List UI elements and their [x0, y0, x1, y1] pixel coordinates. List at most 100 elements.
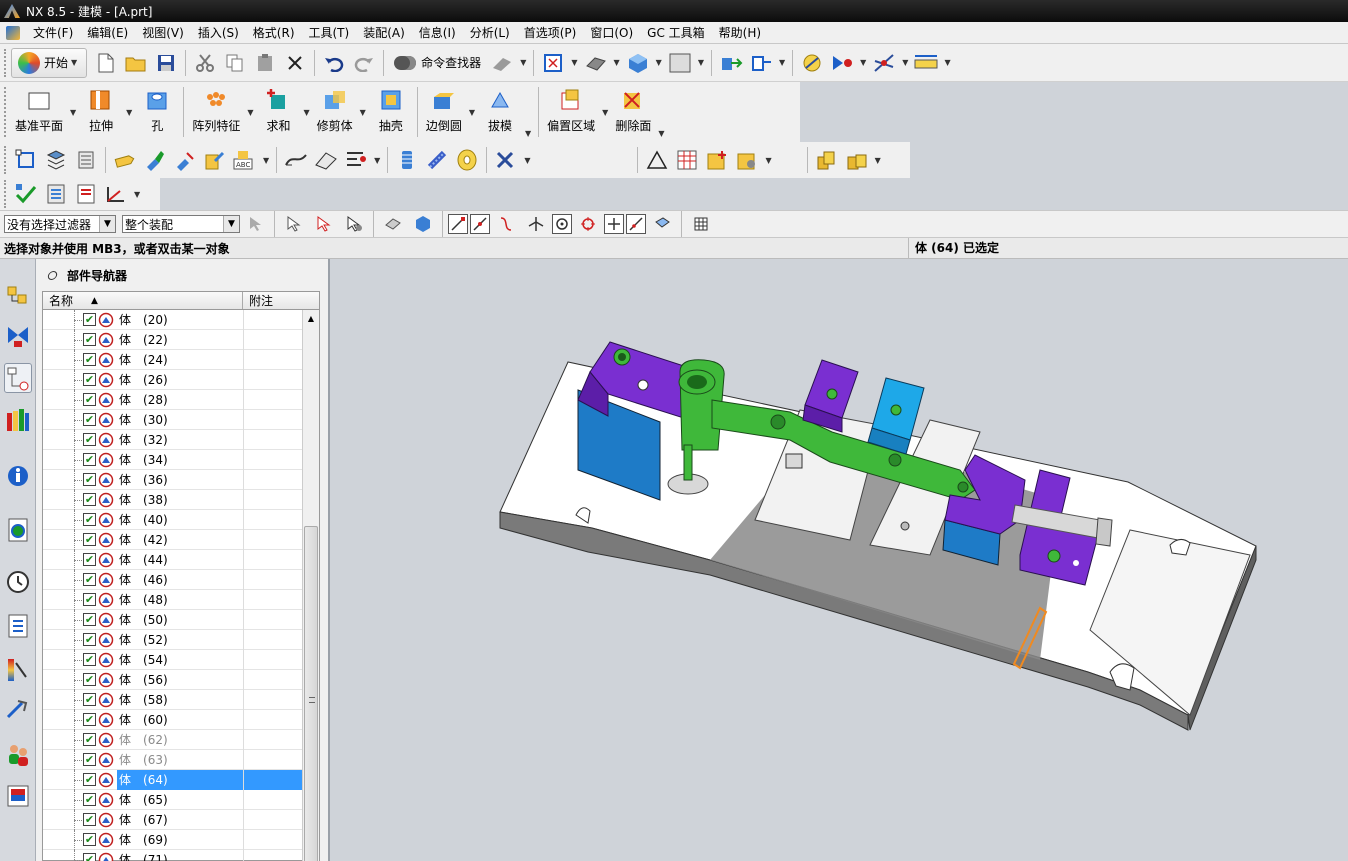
table-row[interactable]: ✔ 体 (60): [43, 710, 303, 730]
snap-body-button[interactable]: [379, 210, 407, 238]
hole-button[interactable]: 孔: [135, 84, 179, 140]
menu-information[interactable]: 信息(I): [412, 22, 463, 44]
system-scenes-tab[interactable]: [4, 781, 32, 811]
snap-arc-center-button[interactable]: [552, 214, 572, 234]
table-row[interactable]: ✔ 体 (22): [43, 330, 303, 350]
toolbar-grip[interactable]: [4, 48, 8, 77]
visibility-checkbox[interactable]: ✔: [83, 373, 96, 386]
table-row[interactable]: ✔ 体 (26): [43, 370, 303, 390]
visibility-checkbox[interactable]: ✔: [83, 833, 96, 846]
chevron-down-icon[interactable]: ▼: [860, 58, 866, 67]
type-filter-dropdown[interactable]: 没有选择过滤器 ▼: [4, 215, 116, 233]
menu-insert[interactable]: 插入(S): [191, 22, 246, 44]
pin-icon[interactable]: [46, 270, 59, 280]
extrude-button[interactable]: 拉伸: [79, 84, 123, 140]
report-button[interactable]: [72, 180, 100, 208]
copy-button[interactable]: [221, 49, 249, 77]
menu-window[interactable]: 窗口(O): [583, 22, 640, 44]
visibility-checkbox[interactable]: ✔: [83, 353, 96, 366]
pattern-feature-button[interactable]: 阵列特征: [188, 84, 244, 140]
chevron-down-icon[interactable]: ▼: [263, 156, 269, 165]
open-button[interactable]: [122, 49, 150, 77]
quick-pick-button[interactable]: [340, 210, 368, 238]
analysis-button[interactable]: [798, 49, 826, 77]
tools-button[interactable]: [492, 146, 520, 174]
table-row[interactable]: ✔ 体 (46): [43, 570, 303, 590]
roles-tab[interactable]: [4, 739, 32, 769]
chevron-down-icon[interactable]: ▼: [520, 58, 526, 67]
tag-button[interactable]: [111, 146, 139, 174]
hd3d-tools-tab[interactable]: [4, 461, 32, 491]
datum-plane-button[interactable]: 基准平面: [11, 84, 67, 140]
column-name-header[interactable]: 名称 ▲: [43, 292, 243, 309]
visibility-checkbox[interactable]: ✔: [83, 593, 96, 606]
visibility-checkbox[interactable]: ✔: [83, 533, 96, 546]
paste-button[interactable]: [251, 49, 279, 77]
deselect-button[interactable]: [310, 210, 338, 238]
snap-quadrant-button[interactable]: [574, 210, 602, 238]
part-navigator-tab[interactable]: [4, 363, 32, 393]
fit-view-button[interactable]: [539, 49, 567, 77]
menu-tools[interactable]: 工具(T): [302, 22, 357, 44]
save-button[interactable]: [152, 49, 180, 77]
history-tab[interactable]: [4, 567, 32, 597]
table-row[interactable]: ✔ 体 (34): [43, 450, 303, 470]
visibility-checkbox[interactable]: ✔: [83, 773, 96, 786]
visibility-checkbox[interactable]: ✔: [83, 433, 96, 446]
chevron-down-icon[interactable]: ▼: [524, 156, 530, 165]
chevron-down-icon[interactable]: ▼: [126, 108, 132, 117]
surface-button[interactable]: [282, 146, 310, 174]
chevron-down-icon[interactable]: ▼: [944, 58, 950, 67]
curve-button[interactable]: [342, 146, 370, 174]
table-row[interactable]: ✔ 体 (32): [43, 430, 303, 450]
scroll-up-icon[interactable]: ▲: [303, 310, 319, 326]
snap-existing-point-button[interactable]: [604, 214, 624, 234]
table-row[interactable]: ✔ 体 (67): [43, 810, 303, 830]
trim-body-button[interactable]: 修剪体: [313, 84, 357, 140]
visibility-checkbox[interactable]: ✔: [83, 713, 96, 726]
visibility-checkbox[interactable]: ✔: [83, 673, 96, 686]
washer-button[interactable]: [453, 146, 481, 174]
toolbar-grip[interactable]: [4, 146, 8, 174]
visibility-checkbox[interactable]: ✔: [83, 813, 96, 826]
table-row[interactable]: ✔ 体 (62): [43, 730, 303, 750]
web-browser-tab[interactable]: [4, 515, 32, 545]
start-button[interactable]: 开始 ▼: [11, 47, 88, 78]
snap-face-button[interactable]: [409, 210, 437, 238]
visibility-checkbox[interactable]: ✔: [83, 653, 96, 666]
render-style-button[interactable]: [582, 49, 610, 77]
table-button[interactable]: [673, 146, 701, 174]
visibility-checkbox[interactable]: ✔: [83, 553, 96, 566]
table-row[interactable]: ✔ 体 (52): [43, 630, 303, 650]
menu-file[interactable]: 文件(F): [26, 22, 80, 44]
reuse-library-tab[interactable]: [4, 405, 32, 435]
manufacturing-wizards-tab[interactable]: [4, 695, 32, 725]
coins-alt-button[interactable]: [843, 146, 871, 174]
visibility-checkbox[interactable]: ✔: [83, 613, 96, 626]
orient-view-button[interactable]: [624, 49, 652, 77]
chevron-down-icon[interactable]: ▼: [698, 58, 704, 67]
command-finder-button[interactable]: 命令查找器: [388, 49, 487, 77]
selection-frame-button[interactable]: [12, 146, 40, 174]
visibility-checkbox[interactable]: ✔: [83, 493, 96, 506]
system-materials-tab[interactable]: [4, 611, 32, 641]
toolbar-grip[interactable]: [4, 180, 8, 208]
table-row[interactable]: ✔ 体 (50): [43, 610, 303, 630]
select-all-button[interactable]: [280, 210, 308, 238]
snap-point-on-curve-button[interactable]: [626, 214, 646, 234]
select-features-button[interactable]: [241, 210, 269, 238]
chevron-down-icon[interactable]: ▼: [614, 58, 620, 67]
chevron-down-icon[interactable]: ▼: [779, 58, 785, 67]
table-row[interactable]: ✔ 体 (28): [43, 390, 303, 410]
visibility-checkbox[interactable]: ✔: [83, 453, 96, 466]
hide-button[interactable]: [171, 146, 199, 174]
axis-button[interactable]: [102, 180, 130, 208]
snap-point-on-face-button[interactable]: [648, 210, 676, 238]
constraint-navigator-tab[interactable]: [4, 321, 32, 351]
chevron-down-icon[interactable]: ▼: [658, 129, 664, 138]
table-row[interactable]: ✔ 体 (20): [43, 310, 303, 330]
menu-edit[interactable]: 编辑(E): [80, 22, 135, 44]
menu-gc-toolbox[interactable]: GC 工具箱: [640, 22, 712, 44]
cut-button[interactable]: [191, 49, 219, 77]
visibility-checkbox[interactable]: ✔: [83, 313, 96, 326]
